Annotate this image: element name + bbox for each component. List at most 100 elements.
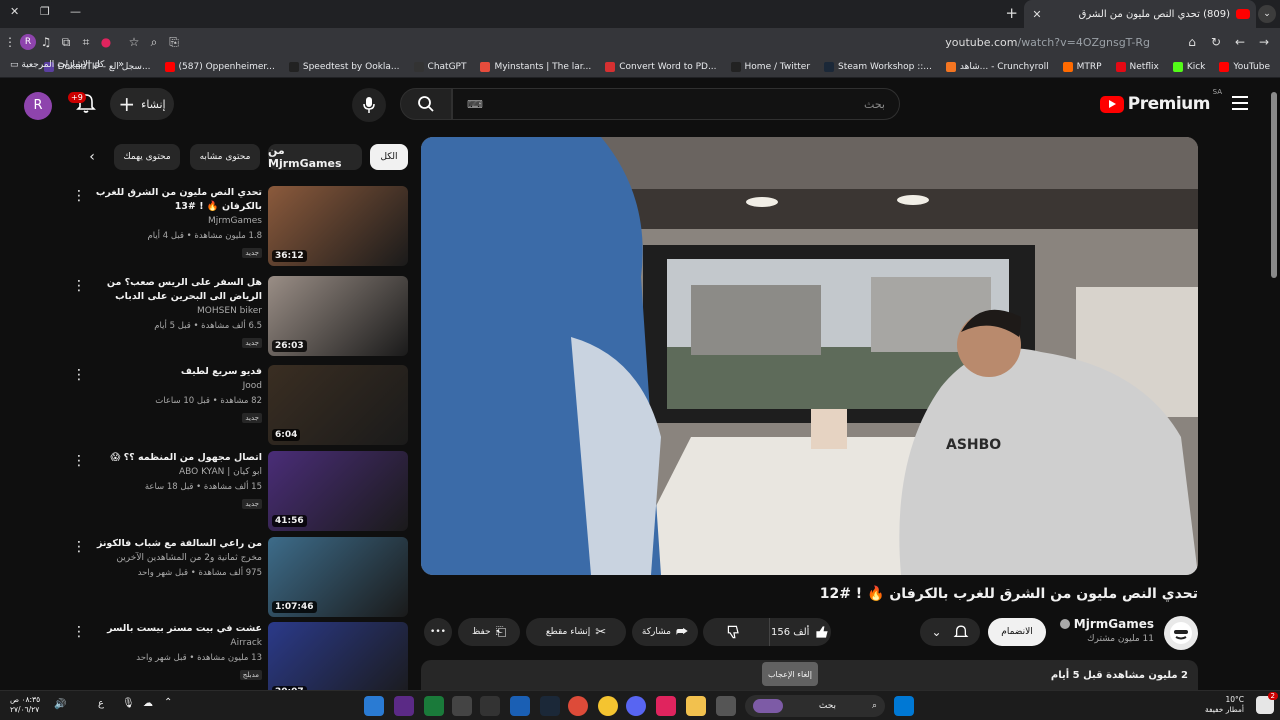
windows-start-icon[interactable] — [894, 696, 914, 716]
recommendation-title[interactable]: تحدي النص مليون من الشرق للغرب بالكرفان … — [92, 186, 262, 214]
extensions-icon[interactable]: ⧉ — [56, 35, 76, 50]
taskbar-app-icon[interactable] — [394, 696, 414, 716]
recommendation-channel[interactable]: MjrmGames — [208, 216, 262, 226]
taskbar-app-icon[interactable] — [424, 696, 444, 716]
bookmark-item[interactable]: Kick — [1172, 61, 1205, 72]
media-icon[interactable]: ♫ — [36, 35, 56, 49]
taskbar-app-icon[interactable] — [510, 696, 530, 716]
install-icon[interactable]: ⎘ — [164, 35, 184, 50]
clip-button[interactable]: إنشاء مقطع ✂ — [526, 618, 626, 646]
cloud-tray-icon[interactable]: ☁ — [143, 698, 153, 709]
tab-search-icon[interactable]: ⌄ — [1258, 5, 1276, 23]
bookmark-item[interactable]: Netflix — [1115, 61, 1159, 72]
chip-related[interactable]: محتوى مشابه — [190, 144, 260, 170]
recommendation-channel[interactable]: مخرج ثمانية و2 من المشاهدين الآخرين — [116, 553, 262, 563]
weather-widget[interactable]: 10°C أمطار خفيفة — [1205, 695, 1244, 715]
bookmark-item[interactable]: شاهد... - Crunchyroll — [945, 61, 1049, 72]
tray-overflow-icon[interactable]: ⌃ — [164, 697, 172, 708]
create-button[interactable]: + إنشاء — [110, 88, 174, 120]
bookmark-item[interactable]: MTRP — [1062, 61, 1102, 72]
chevron-left-icon[interactable]: ‹ — [82, 144, 102, 170]
video-player[interactable]: ASHBO — [421, 137, 1198, 575]
recommendation-title[interactable]: عشت في بيت مستر بيست بالسر — [92, 622, 262, 636]
new-tab-button[interactable]: + — [1005, 4, 1018, 22]
extension-red-icon[interactable]: ● — [96, 35, 116, 49]
maximize-icon[interactable]: ❐ — [40, 5, 50, 18]
file-explorer-icon[interactable] — [686, 696, 706, 716]
chip-from-channel[interactable]: من MjrmGames — [268, 144, 362, 170]
more-actions-button[interactable]: ••• — [424, 618, 452, 646]
share-button[interactable]: مشاركة ⮫ — [632, 618, 698, 646]
recommendation-title[interactable]: اتصال مجهول من المنظمه ؟؟ 😱 — [92, 451, 262, 465]
reload-icon[interactable]: ↻ — [1206, 35, 1226, 49]
recommendation-channel[interactable]: Jood — [243, 381, 262, 391]
more-vert-icon[interactable]: ⋮ — [72, 188, 86, 204]
taskbar-app-icon[interactable] — [598, 696, 618, 716]
youtube-premium-logo[interactable]: Premium SA — [1099, 88, 1222, 114]
bookmark-item[interactable]: Home / Twitter — [730, 61, 810, 72]
more-vert-icon[interactable]: ⋮ — [72, 624, 86, 640]
scrollbar-thumb[interactable] — [1271, 92, 1277, 278]
bookmark-item[interactable]: Myinstants | The lar... — [480, 61, 591, 72]
taskbar-app-icon[interactable] — [480, 696, 500, 716]
zoom-icon[interactable]: ⌕ — [144, 35, 164, 50]
bookmark-item[interactable]: Steam Workshop ::... — [824, 61, 932, 72]
taskbar-app-icon[interactable] — [364, 696, 384, 716]
close-tab-icon[interactable]: ✕ — [1030, 8, 1044, 21]
recommendation-item[interactable]: 41:56 اتصال مجهول من المنظمه ؟؟ 😱 ابو كيان… — [72, 451, 408, 531]
more-vert-icon[interactable]: ⋮ — [72, 453, 86, 469]
recommendation-item[interactable]: 26:03 هل السفر على الريس صعب؟ من الرياض ا… — [72, 276, 408, 356]
close-window-icon[interactable]: ✕ — [10, 5, 19, 18]
taskbar-app-icon[interactable] — [656, 696, 676, 716]
hamburger-menu-icon[interactable] — [1232, 96, 1248, 110]
page-scrollbar[interactable] — [1270, 86, 1278, 696]
voice-search-button[interactable] — [352, 88, 386, 122]
volume-icon[interactable]: 🔊 — [54, 699, 66, 710]
bookmark-item[interactable]: Speedtest by Ookla... — [288, 61, 400, 72]
back-icon[interactable]: ← — [1230, 35, 1250, 49]
save-button[interactable]: حفظ ⎗ — [458, 618, 520, 646]
forward-icon[interactable]: → — [1254, 35, 1274, 49]
profile-icon[interactable]: R — [20, 34, 36, 50]
bookmark-item[interactable]: ChatGPT — [413, 61, 466, 72]
mic-tray-icon[interactable]: 🎙 — [122, 698, 135, 709]
bookmark-star-icon[interactable]: ☆ — [124, 35, 144, 49]
recommendation-channel[interactable]: ابو كيان | ABO KYAN — [179, 467, 262, 477]
more-bookmarks[interactable]: » — [118, 59, 124, 70]
bookmark-item[interactable]: Convert Word to PD... — [605, 61, 717, 72]
video-thumbnail[interactable]: 36:12 — [268, 186, 408, 266]
recommendation-title[interactable]: هل السفر على الريس صعب؟ من الرياض الى ال… — [92, 276, 262, 304]
recommendation-channel[interactable]: MOHSEN biker — [197, 306, 262, 316]
search-box[interactable]: ⌨ — [452, 88, 900, 120]
menu-icon[interactable]: ⋮ — [0, 35, 20, 49]
like-button[interactable]: 156 ألف — [769, 618, 831, 646]
more-vert-icon[interactable]: ⋮ — [72, 278, 86, 294]
more-vert-icon[interactable]: ⋮ — [72, 539, 86, 555]
chrome-icon[interactable] — [568, 696, 588, 716]
recommendation-title[interactable]: فديو سريع لطيف — [92, 365, 262, 379]
channel-name[interactable]: MjrmGames — [1059, 617, 1154, 631]
more-vert-icon[interactable]: ⋮ — [72, 367, 86, 383]
recommendation-title[interactable]: من راعي السالفة مع شباب فالكونز — [92, 537, 262, 551]
recommendation-item[interactable]: 36:12 تحدي النص مليون من الشرق للغرب بالك… — [72, 186, 408, 266]
recommendation-item[interactable]: 1:07:46 من راعي السالفة مع شباب فالكونز مخ… — [72, 537, 408, 617]
recommendation-item[interactable]: 6:04 فديو سريع لطيف Jood 82 مشاهدة • قبل 10… — [72, 365, 408, 445]
all-bookmarks[interactable]: ▭ كل الإشارات المرجعية — [10, 60, 104, 70]
search-input[interactable] — [505, 97, 885, 111]
browser-tab-youtube[interactable]: ✕ (809) تحدي النص مليون من الشرق — [1024, 0, 1256, 28]
account-avatar[interactable]: R — [24, 92, 52, 120]
bookmark-item[interactable]: (587) Oppenheimer... — [164, 61, 275, 72]
task-view-icon[interactable] — [716, 696, 736, 716]
video-thumbnail[interactable]: 26:03 — [268, 276, 408, 356]
search-button[interactable] — [400, 88, 452, 120]
channel-avatar[interactable] — [1164, 616, 1198, 650]
keyboard-icon[interactable]: ⌨ — [467, 98, 483, 111]
recommendation-channel[interactable]: Airrack — [230, 638, 262, 648]
system-clock[interactable]: ٠٨:٣٥ ص ٢٧/٠٦/٢٧ — [10, 695, 40, 715]
translate-icon[interactable]: ⌗ — [76, 35, 96, 50]
subscribed-button[interactable]: ⌄ — [920, 618, 980, 646]
settings-icon[interactable] — [452, 696, 472, 716]
steam-icon[interactable] — [540, 696, 560, 716]
dislike-button[interactable] — [703, 618, 764, 646]
address-bar[interactable]: youtube.com/watch?v=4OZgnsgT-Rg — [945, 36, 1150, 49]
